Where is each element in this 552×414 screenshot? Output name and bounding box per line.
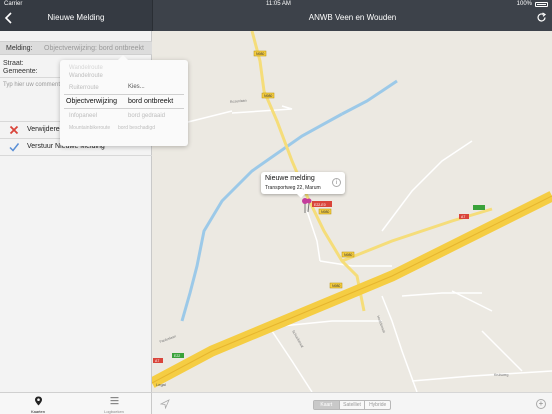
road-label: A7	[461, 215, 465, 219]
picker-option[interactable]: Mountainbikeroute	[69, 125, 110, 131]
battery-icon	[535, 2, 548, 7]
delete-x-icon	[9, 125, 19, 135]
map-pin-icon	[35, 396, 42, 406]
road-label: N980	[344, 253, 352, 257]
tab-bar: Kaarten Logboeken	[0, 392, 152, 414]
straat-label: Straat:	[3, 60, 24, 67]
picker-option[interactable]: bord beschadigd	[118, 125, 155, 131]
callout-tail	[297, 194, 305, 198]
comment-textarea[interactable]: Typ hier uw commentaar	[3, 82, 69, 88]
divider	[0, 155, 152, 156]
picker-option[interactable]: Wandelroute	[69, 73, 103, 79]
melding-type-picker[interactable]: Wandelroute Wandelroute Ruiterroute Kies…	[60, 55, 188, 146]
road-label: A7	[155, 359, 159, 363]
popover-arrow	[118, 55, 128, 60]
gemeente-label: Gemeente:	[3, 68, 38, 75]
tab-kaarten[interactable]: Kaarten	[8, 395, 68, 414]
clock: 11:05 AM	[266, 1, 291, 7]
checkmark-icon	[9, 143, 19, 152]
map-type-satelliet[interactable]: Satelliet	[340, 401, 366, 409]
picker-option[interactable]: Ruiterroute	[69, 85, 99, 91]
picker-option[interactable]: Kies...	[128, 84, 145, 90]
map-nav-title: ANWB Veen en Wouden	[308, 13, 397, 22]
road-label: E22-E0	[314, 203, 326, 207]
app-screen: Carrier 11:05 AM 100% Nieuwe Melding ANW…	[0, 0, 552, 414]
list-icon	[110, 397, 119, 405]
refresh-icon[interactable]	[536, 12, 547, 23]
picker-selection-line	[64, 108, 184, 109]
picker-selected-option[interactable]: Objectverwijzing	[66, 98, 117, 105]
location-arrow-icon[interactable]	[160, 399, 170, 409]
picker-option[interactable]: bord gedraaid	[128, 113, 165, 119]
status-bar: Carrier 11:05 AM 100%	[0, 0, 552, 9]
road-label: N980	[264, 94, 272, 98]
location-callout[interactable]: Nieuwe melding Transportweg 22, Marum i	[261, 172, 345, 198]
tab-label: Logboeken	[104, 409, 124, 414]
battery-percent: 100%	[516, 1, 532, 7]
left-nav-title: Nieuwe Melding	[47, 13, 105, 22]
melding-value[interactable]: Objectverwijzing: bord ontbreekt	[44, 45, 144, 52]
map-type-hybride[interactable]: Hybride	[365, 401, 390, 409]
picker-selection-line	[64, 94, 184, 95]
carrier-label: Carrier	[4, 1, 23, 7]
map-type-selector[interactable]: Kaart Satelliet Hybride	[313, 400, 391, 410]
road-shield	[473, 205, 485, 210]
tab-logboeken[interactable]: Logboeken	[84, 395, 144, 414]
legal-link[interactable]: Legal	[156, 382, 166, 387]
road-label: E22	[174, 354, 180, 358]
add-icon[interactable]: +	[536, 399, 546, 409]
melding-row[interactable]: Melding: Objectverwijzing: bord ontbreek…	[0, 41, 152, 55]
picker-option[interactable]: Infopaneel	[69, 113, 97, 119]
picker-option[interactable]: Wandelroute	[69, 65, 103, 71]
map-toolbar: Kaart Satelliet Hybride +	[152, 392, 552, 414]
melding-label: Melding:	[6, 45, 33, 52]
callout-address: Transportweg 22, Marum	[265, 185, 321, 191]
delete-label: Verwijderen	[27, 126, 64, 133]
callout-title: Nieuwe melding	[265, 175, 315, 182]
road-label: N980	[332, 284, 340, 288]
picker-selected-option[interactable]: bord ontbreekt	[128, 98, 173, 105]
road-label: N980	[256, 52, 264, 56]
map-canvas: N980 N980 N980 N980 E22-E0 N980 A7 A7 E2…	[152, 31, 552, 392]
map-type-kaart[interactable]: Kaart	[314, 401, 340, 409]
tab-label: Kaarten	[30, 409, 45, 414]
road-label: N980	[321, 210, 329, 214]
info-icon[interactable]: i	[332, 178, 341, 187]
street-label: Kruisweg	[494, 373, 508, 377]
map-view[interactable]: N980 N980 N980 N980 E22-E0 N980 A7 A7 E2…	[152, 31, 552, 392]
